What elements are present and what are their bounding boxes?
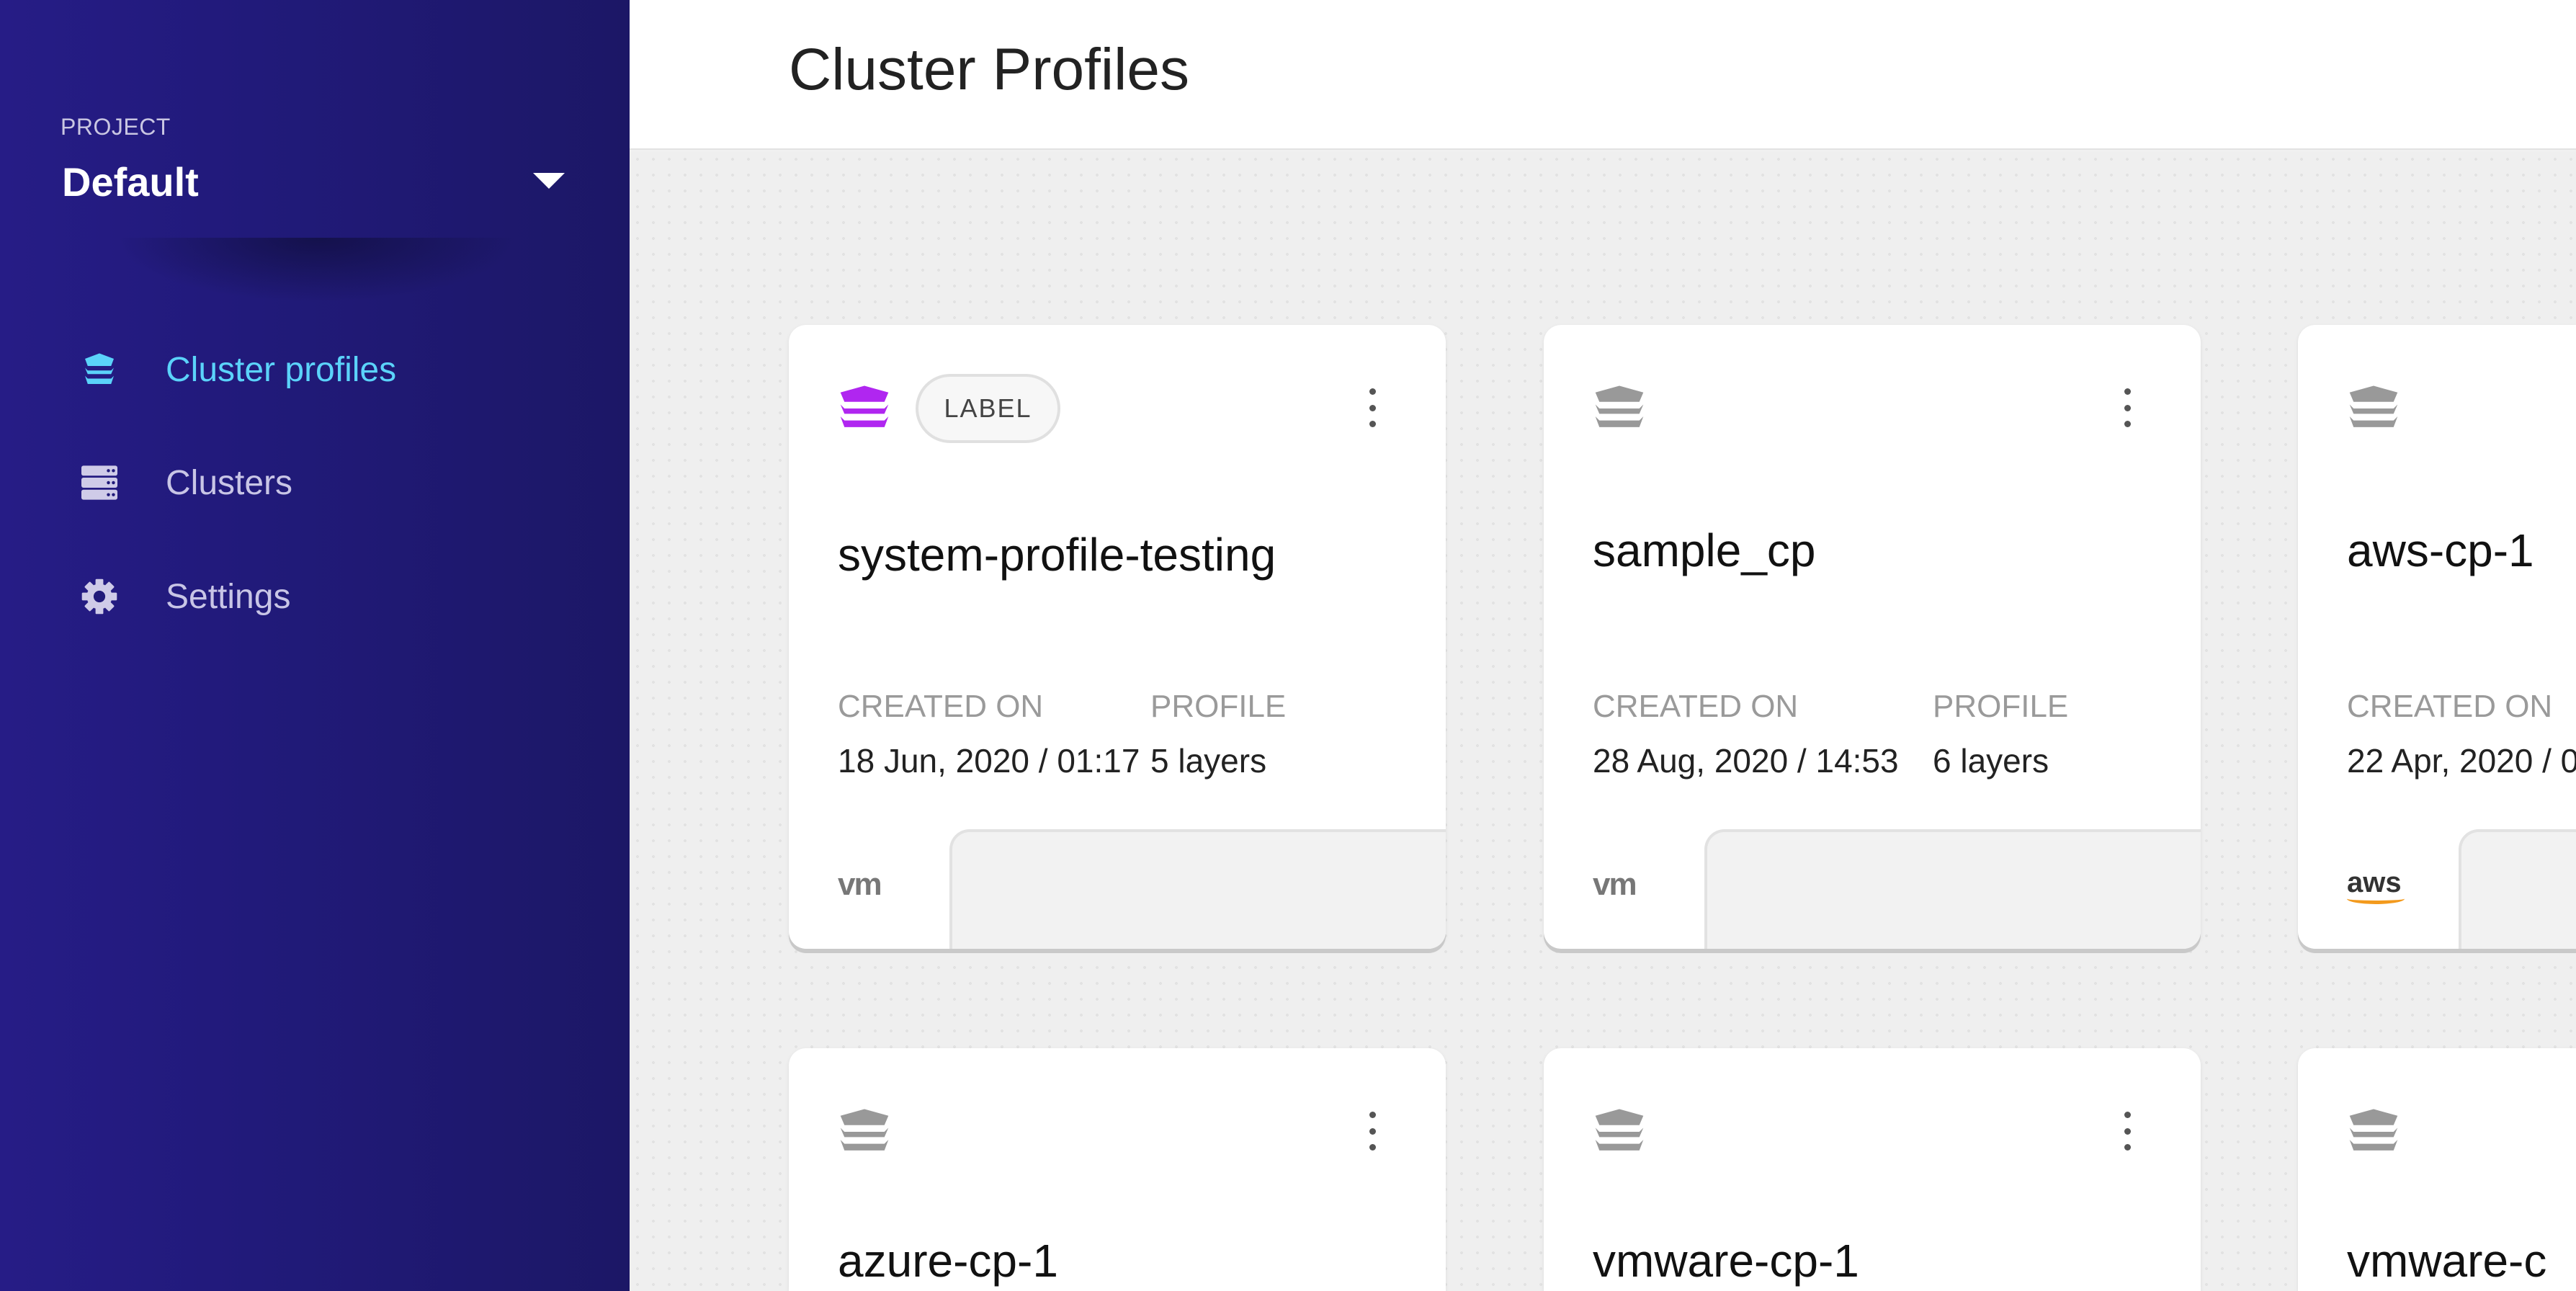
layers-icon (2347, 1109, 2400, 1158)
profile-layers-value: 6 layers (1933, 742, 2049, 779)
cluster-profiles-grid: LABEL system-profile-testing CREATED ON … (630, 151, 2576, 1291)
more-options-icon[interactable] (1358, 1106, 1387, 1156)
profile-name: system-profile-testing (838, 529, 1276, 581)
layers-icon (2347, 385, 2400, 435)
created-on-value: 18 Jun, 2020 / 01:17 (838, 742, 1140, 779)
profile-label: PROFILE (1150, 689, 1287, 724)
project-selector-value[interactable]: Default (62, 158, 199, 205)
server-icon (79, 463, 120, 503)
page-header: Cluster Profiles (630, 0, 2576, 150)
card-footer-tab (1704, 829, 2201, 949)
profile-card[interactable]: aws-cp-1 CREATED ON 22 Apr, 2020 / 0 aws (2298, 325, 2576, 949)
label-badge[interactable]: LABEL (916, 374, 1060, 443)
vmware-logo: vm (1593, 867, 1637, 902)
layers-icon (1593, 385, 1646, 435)
layers-icon (838, 385, 891, 435)
profile-card[interactable]: vmware-cp-1 (1544, 1048, 2201, 1291)
created-on-label: CREATED ON (2347, 689, 2553, 724)
created-on-label: CREATED ON (1593, 689, 1799, 724)
sidebar-item-label: Cluster profiles (166, 350, 397, 389)
more-options-icon[interactable] (2113, 383, 2142, 433)
profile-name: sample_cp (1593, 524, 1816, 576)
created-on-label: CREATED ON (838, 689, 1044, 724)
card-footer-tab (949, 829, 1446, 949)
profile-card[interactable]: sample_cp CREATED ON 28 Aug, 2020 / 14:5… (1544, 325, 2201, 949)
profile-label: PROFILE (1933, 689, 2069, 724)
profile-layers-value: 5 layers (1150, 742, 1267, 779)
sidebar: PROJECT Default Cluster profiles Cluster… (0, 0, 630, 1291)
sidebar-item-clusters[interactable]: Clusters (79, 454, 292, 512)
profile-name: aws-cp-1 (2347, 524, 2534, 576)
profile-card[interactable]: LABEL system-profile-testing CREATED ON … (789, 325, 1446, 949)
profile-name: vmware-c (2347, 1235, 2547, 1287)
layers-icon (838, 1109, 891, 1158)
sidebar-item-cluster-profiles[interactable]: Cluster profiles (79, 341, 396, 398)
created-on-value: 22 Apr, 2020 / 0 (2347, 742, 2576, 779)
project-divider-shadow (115, 238, 519, 303)
vmware-logo: vm (838, 867, 882, 902)
chevron-down-icon[interactable] (533, 173, 565, 189)
profile-card[interactable]: vmware-c (2298, 1048, 2576, 1291)
created-on-value: 28 Aug, 2020 / 14:53 (1593, 742, 1899, 779)
page-title: Cluster Profiles (789, 37, 1189, 102)
layers-icon (1593, 1109, 1646, 1158)
sidebar-item-label: Settings (166, 577, 291, 616)
sidebar-item-settings[interactable]: Settings (79, 568, 290, 625)
project-label: PROJECT (61, 114, 171, 140)
more-options-icon[interactable] (1358, 383, 1387, 433)
profile-name: vmware-cp-1 (1593, 1235, 1859, 1287)
more-options-icon[interactable] (2113, 1106, 2142, 1156)
profile-name: azure-cp-1 (838, 1235, 1058, 1287)
sidebar-item-label: Clusters (166, 463, 293, 502)
gear-icon (79, 576, 120, 617)
card-footer-tab (2459, 829, 2576, 949)
layers-icon (79, 349, 120, 390)
aws-logo: aws (2347, 867, 2405, 904)
profile-card[interactable]: azure-cp-1 (789, 1048, 1446, 1291)
